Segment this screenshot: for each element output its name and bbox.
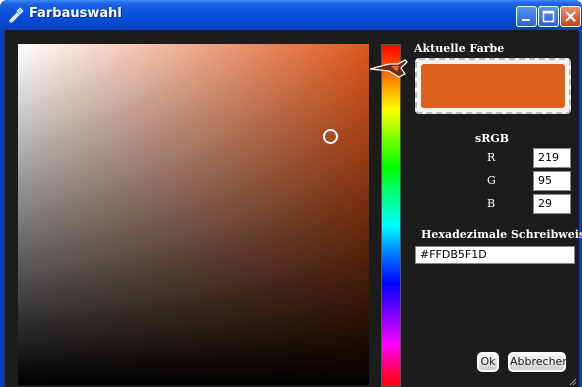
hex-label: Hexadezimale Schreibweise xyxy=(421,228,582,241)
r-label: R xyxy=(487,151,496,164)
r-input[interactable]: 219 xyxy=(533,148,571,168)
hue-slider[interactable] xyxy=(381,44,401,387)
minimize-button[interactable] xyxy=(516,6,537,27)
cancel-button[interactable]: Abbrechen xyxy=(508,352,569,372)
ok-button[interactable]: Ok xyxy=(477,352,499,372)
g-label: G xyxy=(487,174,496,187)
srgb-label: sRGB xyxy=(475,132,510,145)
window-title: Farbauswahl xyxy=(29,6,122,21)
close-button[interactable] xyxy=(560,6,581,27)
hex-input[interactable]: #FFDB5F1D xyxy=(415,246,575,264)
color-picker-window: Farbauswahl Aktuelle Farbe sRGB R 219 G … xyxy=(0,0,582,387)
minimize-icon xyxy=(522,19,530,21)
hue-slider-handle[interactable] xyxy=(369,58,409,80)
current-color-preview xyxy=(415,58,571,114)
close-icon xyxy=(565,11,576,22)
saturation-value-picker[interactable] xyxy=(18,44,369,385)
maximize-button[interactable] xyxy=(538,6,559,27)
current-color-label: Aktuelle Farbe xyxy=(414,42,505,55)
title-bar[interactable]: Farbauswahl xyxy=(0,0,582,30)
dialog-body: Aktuelle Farbe sRGB R 219 G 95 B 29 Hexa… xyxy=(4,30,582,387)
current-color-swatch xyxy=(421,64,565,108)
b-label: B xyxy=(487,197,496,210)
eyedropper-icon xyxy=(8,7,24,23)
resize-grip-icon[interactable] xyxy=(569,378,577,386)
g-input[interactable]: 95 xyxy=(533,171,571,191)
b-input[interactable]: 29 xyxy=(533,194,571,214)
maximize-icon xyxy=(542,10,555,23)
color-selection-cursor[interactable] xyxy=(323,129,338,144)
